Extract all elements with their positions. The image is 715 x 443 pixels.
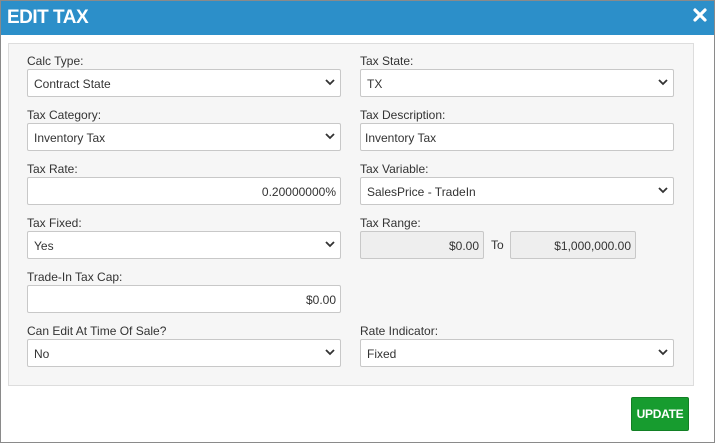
edit-tax-dialog: EDIT TAX Calc Type: Contract State Tax S… [0,0,715,443]
can-edit-label: Can Edit At Time Of Sale? [27,324,167,338]
chevron-down-icon [658,79,668,86]
calc-type-select[interactable]: Contract State [27,69,341,97]
tax-rate-input[interactable]: 0.20000000% [27,177,341,205]
tax-range-to-label: To [491,238,504,252]
rate-indicator-label: Rate Indicator: [360,324,439,338]
tax-category-label: Tax Category: [27,108,102,122]
tax-range-to-input[interactable]: $1,000,000.00 [510,231,636,259]
tax-variable-label: Tax Variable: [360,162,429,176]
tax-rate-value: 0.20000000% [261,185,336,199]
calc-type-label: Calc Type: [27,54,84,68]
close-icon[interactable] [692,7,710,27]
trade-in-tax-cap-input[interactable]: $0.00 [27,285,341,313]
chevron-down-icon [325,79,335,86]
rate-indicator-value: Fixed [367,347,397,361]
tax-fixed-select[interactable]: Yes [27,231,341,259]
dialog-titlebar: EDIT TAX [1,1,714,35]
rate-indicator-select[interactable]: Fixed [360,339,674,367]
tax-state-label: Tax State: [360,54,414,68]
tax-fixed-label: Tax Fixed: [27,216,82,230]
tax-state-select[interactable]: TX [360,69,674,97]
tax-range-to-value: $1,000,000.00 [554,239,631,253]
tax-description-input[interactable]: Inventory Tax [360,123,674,151]
tax-state-value: TX [367,77,383,91]
trade-in-tax-cap-label: Trade-In Tax Cap: [27,270,123,284]
tax-description-label: Tax Description: [360,108,446,122]
chevron-down-icon [658,187,668,194]
can-edit-select[interactable]: No [27,339,341,367]
trade-in-tax-cap-value: $0.00 [305,293,336,307]
tax-description-value: Inventory Tax [365,131,437,145]
tax-range-from-input[interactable]: $0.00 [360,231,484,259]
tax-range-from-value: $0.00 [448,239,479,253]
tax-range-label: Tax Range: [360,216,421,230]
can-edit-value: No [34,347,50,361]
tax-category-value: Inventory Tax [34,131,106,145]
chevron-down-icon [325,349,335,356]
chevron-down-icon [325,133,335,140]
chevron-down-icon [325,241,335,248]
tax-category-select[interactable]: Inventory Tax [27,123,341,151]
dialog-title: EDIT TAX [7,7,89,28]
tax-fixed-value: Yes [34,239,54,253]
tax-rate-label: Tax Rate: [27,162,78,176]
tax-variable-select[interactable]: SalesPrice - TradeIn [360,177,674,205]
tax-variable-value: SalesPrice - TradeIn [367,185,476,199]
update-button[interactable]: UPDATE [631,397,689,431]
chevron-down-icon [658,349,668,356]
calc-type-value: Contract State [34,77,111,91]
